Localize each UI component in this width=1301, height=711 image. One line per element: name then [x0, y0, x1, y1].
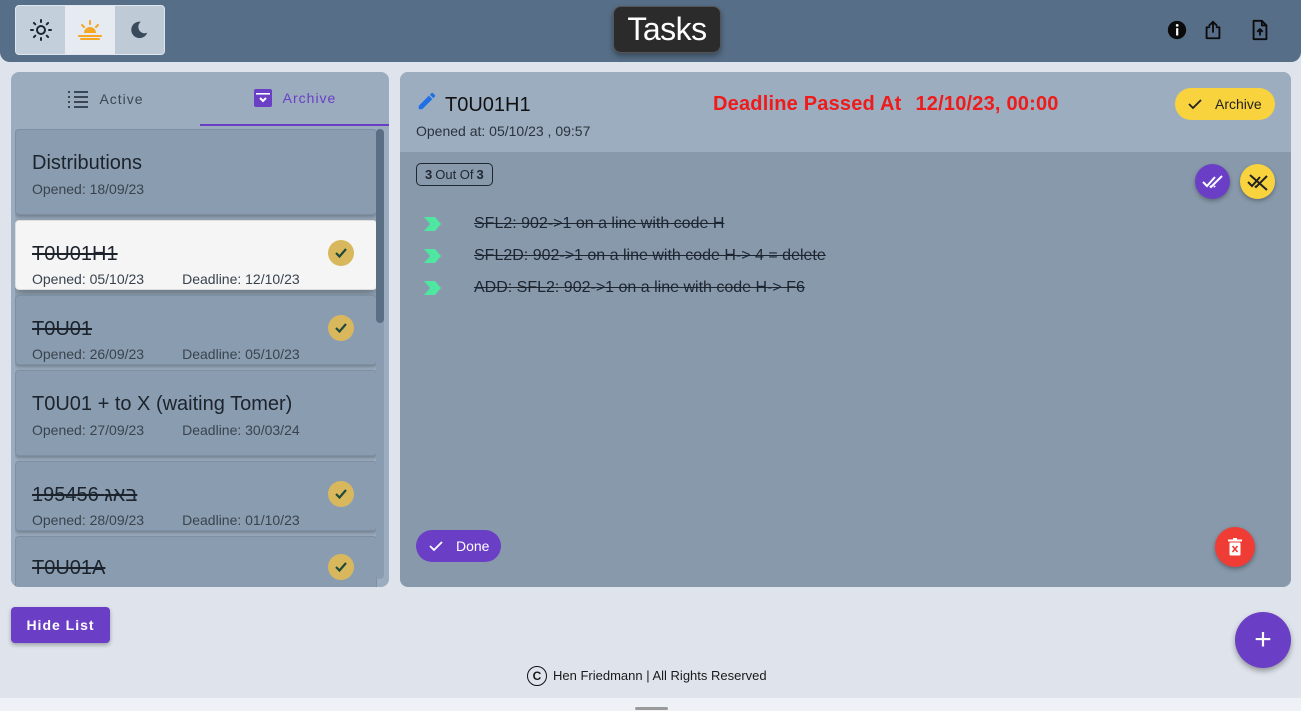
task-deadline: Deadline: 12/10/23	[182, 271, 300, 287]
task-card[interactable]: T0U01 + to X (waiting Tomer) Opened: 27/…	[15, 370, 377, 456]
delete-task-button[interactable]	[1215, 527, 1255, 567]
remove-done-icon	[1246, 173, 1268, 191]
task-meta: Opened: 18/09/23	[32, 181, 144, 197]
done-button-label: Done	[456, 538, 490, 554]
task-title: 195456 באג	[32, 484, 138, 506]
tab-active[interactable]: Active	[11, 72, 200, 126]
tab-archive[interactable]: Archive	[200, 72, 389, 126]
bottom-handle[interactable]	[635, 707, 668, 710]
task-card[interactable]: T0U01 Opened: 26/09/23 Deadline: 05/10/23	[15, 295, 377, 365]
task-deadline: Deadline: 01/10/23	[182, 512, 300, 528]
app-logo: Tasks	[613, 6, 721, 53]
task-meta: Opened: 28/09/23 Deadline: 01/10/23	[32, 512, 300, 528]
check-icon	[429, 541, 443, 552]
deadline-value: 12/10/23, 00:00	[915, 93, 1059, 115]
archive-button[interactable]: Archive	[1175, 88, 1275, 120]
count-done: 3	[425, 167, 433, 182]
task-detail-header: T0U01H1 Opened at: 05/10/23 , 09:57 Dead…	[400, 72, 1291, 152]
count-total: 3	[476, 167, 484, 182]
chevron-right-icon	[424, 217, 441, 231]
archive-icon	[253, 89, 272, 107]
done-button[interactable]: Done	[416, 530, 501, 562]
list-tabs: Active Archive	[11, 72, 389, 126]
subtask-text: ADD: SFL2: 902->1 on a line with code H-…	[474, 279, 805, 296]
task-detail-opened: Opened at: 05/10/23 , 09:57	[416, 123, 591, 139]
task-card[interactable]: 195456 באג Opened: 28/09/23 Deadline: 01/…	[15, 461, 377, 531]
deadline-passed-text: Deadline Passed At 12/10/23, 00:00	[713, 93, 1059, 116]
deadline-label: Deadline Passed At	[713, 93, 902, 115]
info-icon[interactable]	[1165, 18, 1189, 42]
add-task-button[interactable]: +	[1235, 612, 1291, 668]
task-opened: Opened: 26/09/23	[32, 346, 145, 362]
task-meta: Opened: 27/09/23 Deadline: 30/03/24	[32, 422, 300, 438]
edit-pencil-icon[interactable]	[416, 90, 438, 112]
task-title: T0U01	[32, 318, 93, 340]
complete-all-button[interactable]	[1195, 164, 1230, 199]
upload-file-icon[interactable]	[1248, 18, 1272, 42]
list-scrollbar-thumb[interactable]	[376, 129, 384, 323]
hide-list-button[interactable]: Hide List	[11, 607, 110, 643]
sun-icon	[29, 19, 52, 41]
subtask-item[interactable]: SFL2D: 902->1 on a line with code H-> 4 …	[424, 244, 826, 268]
dark-theme-button[interactable]	[114, 6, 164, 54]
task-title: T0U01H1	[32, 243, 118, 265]
double-check-icon	[1201, 174, 1223, 188]
task-deadline: Deadline: 05/10/23	[182, 346, 300, 362]
subtask-text: SFL2: 902->1 on a line with code H	[474, 215, 725, 232]
list-icon	[68, 91, 89, 108]
sunset-icon	[77, 20, 102, 40]
subtask-item[interactable]: SFL2: 902->1 on a line with code H	[424, 212, 724, 236]
footer-text: Hen Friedmann | All Rights Reserved	[553, 668, 767, 683]
task-opened: Opened: 18/09/23	[32, 181, 145, 197]
chevron-right-icon	[424, 249, 441, 263]
share-icon[interactable]	[1201, 18, 1225, 42]
footer: C Hen Friedmann | All Rights Reserved	[527, 665, 767, 686]
tab-active-label: Active	[99, 91, 144, 107]
archive-button-label: Archive	[1215, 96, 1262, 112]
copyright-icon: C	[527, 665, 547, 686]
tab-archive-label: Archive	[282, 90, 337, 106]
subtask-text: SFL2D: 902->1 on a line with code H-> 4 …	[474, 247, 826, 264]
task-deadline: Deadline: 30/03/24	[182, 422, 300, 438]
task-meta: Opened: 05/10/23 Deadline: 12/10/23	[32, 271, 300, 287]
task-title: Distributions	[32, 152, 143, 174]
task-card[interactable]: Distributions Opened: 18/09/23	[15, 129, 377, 215]
task-opened: Opened: 27/09/23	[32, 422, 145, 438]
task-list-panel: Active Archive Distributions Opened: 18/…	[11, 72, 389, 587]
task-card-selected[interactable]: T0U01H1 Opened: 05/10/23 Deadline: 12/10/…	[15, 220, 377, 290]
task-opened: Opened: 28/09/23	[32, 512, 145, 528]
task-list: Distributions Opened: 18/09/23 T0U01H1 O…	[15, 129, 377, 587]
task-meta: Opened: 26/09/23 Deadline: 05/10/23	[32, 346, 300, 362]
light-theme-button[interactable]	[16, 6, 66, 54]
check-icon	[328, 315, 354, 341]
task-title: T0U01A	[32, 557, 106, 579]
count-separator: Out Of	[435, 167, 474, 182]
task-detail-title: T0U01H1	[445, 94, 531, 116]
task-title: T0U01 + to X (waiting Tomer)	[32, 393, 293, 415]
subtask-count-badge: 3 Out Of 3	[416, 163, 493, 186]
chevron-right-icon	[424, 281, 441, 295]
theme-toggle-group	[15, 5, 165, 55]
task-card[interactable]: T0U01A	[15, 536, 377, 587]
moon-icon	[131, 21, 148, 39]
uncheck-all-button[interactable]	[1240, 164, 1275, 199]
subtask-item[interactable]: ADD: SFL2: 902->1 on a line with code H-…	[424, 276, 805, 300]
check-icon	[328, 481, 354, 507]
top-header: Tasks	[0, 0, 1301, 62]
trash-icon	[1228, 538, 1242, 556]
task-detail-panel: T0U01H1 Opened at: 05/10/23 , 09:57 Dead…	[400, 72, 1291, 587]
check-icon	[328, 240, 354, 266]
sunset-theme-button[interactable]	[65, 6, 115, 54]
check-icon	[1188, 99, 1202, 110]
check-icon	[328, 554, 354, 580]
task-opened: Opened: 05/10/23	[32, 271, 145, 287]
